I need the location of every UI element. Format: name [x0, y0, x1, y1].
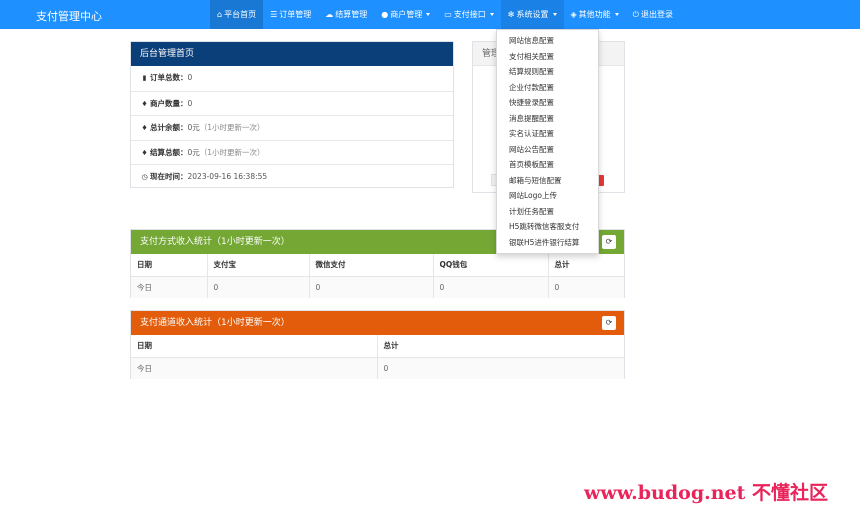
stat-label: 结算总额： — [150, 147, 188, 157]
stat-value: 0 — [187, 98, 193, 108]
clock-icon: ◷ — [141, 173, 148, 182]
nav-settlement[interactable]: ☁ 结算管理 — [318, 0, 374, 29]
tint-icon: ♦ — [141, 124, 148, 133]
menu-item-settlement-rules[interactable]: 结算规则配置 — [497, 64, 598, 80]
stat-label: 总计余额： — [150, 123, 188, 133]
system-settings-dropdown: 网站信息配置 支付相关配置 结算规则配置 企业付款配置 快捷登录配置 消息提醒配… — [496, 29, 599, 254]
stat-value: 2023-09-16 16:38:55 — [187, 172, 268, 182]
caret-down-icon — [552, 13, 557, 16]
menu-item-quick-login[interactable]: 快捷登录配置 — [497, 95, 598, 111]
top-navbar: 支付管理中心 ⌂ 平台首页 ☰ 订单管理 ☁ 结算管理 ● 商户管理 ▭ 支付接… — [0, 0, 860, 29]
nav-label: 支付接口 — [453, 10, 486, 19]
col-date: 日期 — [131, 335, 378, 357]
col-alipay: 支付宝 — [207, 254, 310, 276]
stat-order-count: ▮ 订单总数：0 — [131, 66, 453, 91]
credit-card-icon: ▭ — [444, 10, 452, 19]
stat-current-time: ◷ 现在时间：2023-09-16 16:38:55 — [131, 164, 453, 189]
stat-note: （1小时更新一次） — [199, 123, 265, 133]
cell-qq: 0 — [433, 275, 549, 298]
cloud-icon: ☁ — [325, 10, 334, 19]
nav-merchants[interactable]: ● 商户管理 — [374, 0, 437, 29]
menu-item-message-alert[interactable]: 消息提醒配置 — [497, 111, 598, 127]
nav-label: 商户管理 — [390, 10, 423, 19]
nav-logout[interactable]: ⏻ 退出登录 — [626, 0, 680, 29]
menu-item-real-name[interactable]: 实名认证配置 — [497, 126, 598, 142]
table-row: 今日 0 0 0 0 — [131, 275, 624, 298]
nav-label: 订单管理 — [279, 10, 312, 19]
menu-item-email-sms[interactable]: 邮箱与短信配置 — [497, 173, 598, 189]
stat-value: 0 — [187, 73, 193, 82]
menu-item-announcement[interactable]: 网站公告配置 — [497, 142, 598, 158]
nav-label: 平台首页 — [224, 10, 257, 19]
stat-label: 现在时间： — [150, 172, 188, 182]
refresh-icon[interactable]: ⟳ — [602, 316, 616, 330]
stat-merchant-count: ♦ 商户数量：0 — [131, 90, 453, 116]
main-nav: ⌂ 平台首页 ☰ 订单管理 ☁ 结算管理 ● 商户管理 ▭ 支付接口 ✻ 系统设… — [210, 0, 680, 29]
home-icon: ⌂ — [217, 10, 223, 19]
nav-system-settings[interactable]: ✻ 系统设置 — [500, 0, 564, 29]
menu-item-home-template[interactable]: 首页模板配置 — [497, 157, 598, 173]
table-header-row: 日期 总计 — [131, 335, 624, 357]
col-wechat: 微信支付 — [309, 254, 434, 276]
menu-item-enterprise-payment[interactable]: 企业付款配置 — [497, 80, 598, 96]
cube-icon: ◈ — [570, 10, 577, 19]
stat-settlement-total: ♦ 结算总额：0元（1小时更新一次） — [131, 139, 453, 165]
cell-total: 0 — [377, 356, 624, 379]
stat-value: 0元 — [187, 123, 200, 133]
nav-label: 退出登录 — [640, 10, 673, 19]
stat-label: 订单总数： — [150, 73, 188, 82]
nav-pay-interface[interactable]: ▭ 支付接口 — [437, 0, 501, 29]
nav-label: 结算管理 — [335, 10, 368, 19]
watermark: www.budog.net 不懂社区 — [584, 482, 829, 504]
nav-home[interactable]: ⌂ 平台首页 — [210, 0, 264, 29]
power-icon: ⏻ — [632, 10, 639, 19]
panel-heading: 支付通道收入统计（1小时更新一次） ⟳ — [131, 311, 624, 335]
panel-title: 支付方式收入统计（1小时更新一次） — [140, 237, 290, 247]
pay-method-table: 日期 支付宝 微信支付 QQ钱包 总计 今日 0 0 0 0 — [131, 254, 624, 298]
brand-title[interactable]: 支付管理中心 — [36, 8, 102, 24]
cell-total: 0 — [548, 275, 624, 298]
col-date: 日期 — [131, 254, 208, 276]
menu-item-payment-config[interactable]: 支付相关配置 — [497, 49, 598, 65]
menu-item-site-info[interactable]: 网站信息配置 — [497, 33, 598, 49]
gear-icon: ✻ — [507, 10, 515, 19]
caret-down-icon — [614, 13, 619, 16]
stat-label: 商户数量： — [150, 98, 188, 108]
menu-item-cron-tasks[interactable]: 计划任务配置 — [497, 204, 598, 220]
list-icon: ☰ — [270, 10, 278, 19]
refresh-icon[interactable]: ⟳ — [602, 235, 616, 249]
stats-list: ▮ 订单总数：0 ♦ 商户数量：0 ♦ 总计余额：0元（1小时更新一次） ♦ 结算总额：… — [131, 66, 453, 189]
admin-home-panel: 后台管理首页 ▮ 订单总数：0 ♦ 商户数量：0 ♦ 总计余额：0元（1小时更新一次）… — [130, 41, 454, 188]
tint-icon: ♦ — [141, 99, 148, 108]
panel-title: 后台管理首页 — [131, 42, 453, 66]
menu-item-logo-upload[interactable]: 网站Logo上传 — [497, 188, 598, 204]
table-row: 今日 0 — [131, 356, 624, 379]
col-total: 总计 — [383, 341, 399, 351]
menu-item-unionpay-h5[interactable]: 银联H5进件银行结算 — [497, 235, 598, 251]
cell-date: 今日 — [131, 356, 378, 379]
tint-icon: ♦ — [141, 148, 148, 157]
nav-label: 系统设置 — [516, 10, 549, 19]
cell-date: 今日 — [131, 275, 208, 298]
cell-alipay: 0 — [207, 275, 310, 298]
nav-label: 其他功能 — [578, 10, 611, 19]
stat-total-balance: ♦ 总计余额：0元（1小时更新一次） — [131, 115, 453, 140]
caret-down-icon — [489, 13, 494, 16]
panel-title: 支付通道收入统计（1小时更新一次） — [140, 318, 290, 328]
table-header-row: 日期 支付宝 微信支付 QQ钱包 总计 — [131, 254, 624, 276]
nav-other-functions[interactable]: ◈ 其他功能 — [564, 0, 626, 29]
user-icon: ● — [381, 10, 389, 19]
nav-orders[interactable]: ☰ 订单管理 — [263, 0, 318, 29]
col-qq: QQ钱包 — [433, 254, 549, 276]
col-total: 总计 — [554, 260, 570, 270]
pay-channel-table: 日期 总计 今日 0 — [131, 335, 624, 379]
bar-chart-icon: ▮ — [142, 74, 147, 82]
stat-note: （1小时更新一次） — [199, 147, 265, 157]
menu-item-h5-wechat[interactable]: H5跳转微信客服支付 — [497, 219, 598, 235]
stat-value: 0元 — [187, 147, 200, 157]
pay-channel-stats-panel: 支付通道收入统计（1小时更新一次） ⟳ 日期 总计 今日 0 — [130, 310, 625, 379]
caret-down-icon — [426, 13, 431, 16]
cell-wechat: 0 — [309, 275, 434, 298]
